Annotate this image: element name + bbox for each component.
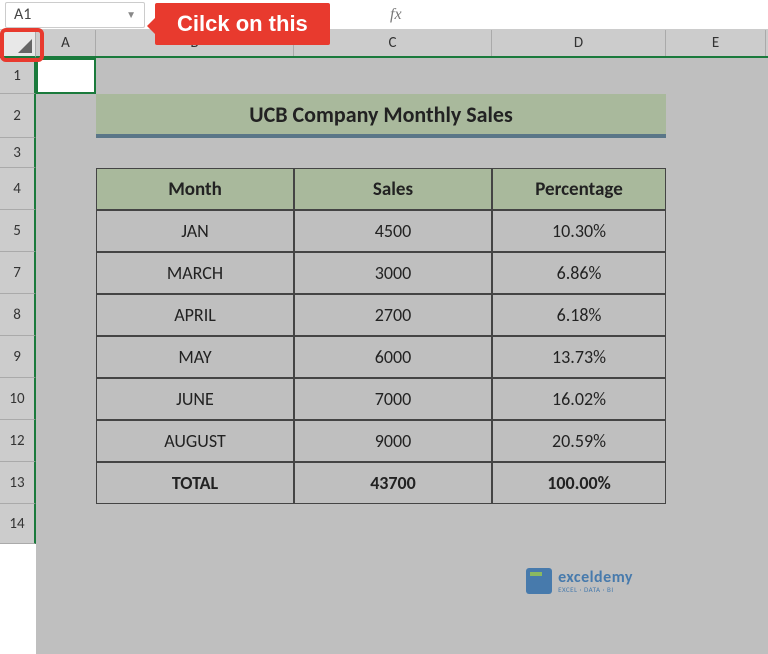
cell-sales[interactable]: 7000 (294, 378, 492, 420)
header-percentage[interactable]: Percentage (492, 168, 666, 210)
watermark-main: exceldemy (558, 570, 633, 586)
select-all-triangle-icon (18, 39, 32, 53)
cell-month[interactable]: AUGUST (96, 420, 294, 462)
cell-percentage[interactable]: 6.18% (492, 294, 666, 336)
row-header-gutter: 1 2 3 4 5 7 8 9 10 12 13 14 (0, 30, 36, 654)
cell-month[interactable]: MARCH (96, 252, 294, 294)
select-all-corner[interactable] (0, 30, 36, 58)
row-header[interactable]: 2 (0, 94, 36, 138)
column-header[interactable]: D (492, 30, 666, 56)
name-box[interactable]: A1 ▼ (5, 2, 145, 28)
header-month[interactable]: Month (96, 168, 294, 210)
cell-month[interactable]: JAN (96, 210, 294, 252)
watermark: exceldemy EXCEL · DATA · BI (526, 568, 633, 594)
column-header[interactable]: E (666, 30, 766, 56)
row-header[interactable]: 14 (0, 504, 36, 544)
column-header[interactable]: A (36, 30, 96, 56)
chevron-down-icon[interactable]: ▼ (126, 8, 136, 21)
cell-month[interactable]: JUNE (96, 378, 294, 420)
row-1 (36, 58, 768, 94)
table-header-row: Month Sales Percentage (96, 168, 666, 210)
fx-icon[interactable]: fx (390, 6, 402, 24)
active-cell-a1[interactable] (36, 58, 96, 94)
row-header[interactable]: 10 (0, 378, 36, 420)
cell-sales[interactable]: 9000 (294, 420, 492, 462)
table-row: MARCH 3000 6.86% (96, 252, 666, 294)
cell-percentage[interactable]: 20.59% (492, 420, 666, 462)
cell-total-label[interactable]: TOTAL (96, 462, 294, 504)
row-header[interactable]: 4 (0, 168, 36, 210)
table-row: JAN 4500 10.30% (96, 210, 666, 252)
table-total-row: TOTAL 43700 100.00% (96, 462, 666, 504)
cell-sales[interactable]: 3000 (294, 252, 492, 294)
data-table: Month Sales Percentage JAN 4500 10.30% M… (96, 168, 666, 504)
spacer-row (36, 138, 768, 168)
row-header[interactable]: 13 (0, 462, 36, 504)
cell-month[interactable]: MAY (96, 336, 294, 378)
row-header[interactable]: 3 (0, 138, 36, 168)
table-row: MAY 6000 13.73% (96, 336, 666, 378)
cell-percentage[interactable]: 16.02% (492, 378, 666, 420)
header-sales[interactable]: Sales (294, 168, 492, 210)
cell-percentage[interactable]: 13.73% (492, 336, 666, 378)
cells-area[interactable]: UCB Company Monthly Sales Month Sales Pe… (36, 58, 768, 654)
cell-total-sales[interactable]: 43700 (294, 462, 492, 504)
row-header[interactable]: 1 (0, 58, 36, 94)
annotation-callout: Cilck on this (155, 3, 330, 45)
cell-sales[interactable]: 4500 (294, 210, 492, 252)
formula-bar-row: A1 ▼ fx (0, 0, 768, 30)
name-box-value: A1 (14, 5, 31, 24)
cell-total-percentage[interactable]: 100.00% (492, 462, 666, 504)
cell-sales[interactable]: 6000 (294, 336, 492, 378)
cell-percentage[interactable]: 6.86% (492, 252, 666, 294)
table-row: AUGUST 9000 20.59% (96, 420, 666, 462)
cell-month[interactable]: APRIL (96, 294, 294, 336)
table-row: APRIL 2700 6.18% (96, 294, 666, 336)
row-header[interactable]: 7 (0, 252, 36, 294)
grid-area: A B C D E UCB Company Monthly Sales Mont… (36, 30, 768, 654)
row-header[interactable]: 8 (0, 294, 36, 336)
watermark-sub: EXCEL · DATA · BI (558, 586, 633, 593)
row-header[interactable]: 9 (0, 336, 36, 378)
sheet-title[interactable]: UCB Company Monthly Sales (96, 94, 666, 138)
spreadsheet: 1 2 3 4 5 7 8 9 10 12 13 14 A B C D E UC… (0, 30, 768, 654)
row-header[interactable]: 12 (0, 420, 36, 462)
row-header[interactable]: 5 (0, 210, 36, 252)
watermark-text: exceldemy EXCEL · DATA · BI (558, 570, 633, 593)
cell-sales[interactable]: 2700 (294, 294, 492, 336)
title-row: UCB Company Monthly Sales (36, 94, 768, 138)
callout-text: Cilck on this (177, 11, 308, 36)
table-row: JUNE 7000 16.02% (96, 378, 666, 420)
cell-percentage[interactable]: 10.30% (492, 210, 666, 252)
watermark-logo-icon (526, 568, 552, 594)
